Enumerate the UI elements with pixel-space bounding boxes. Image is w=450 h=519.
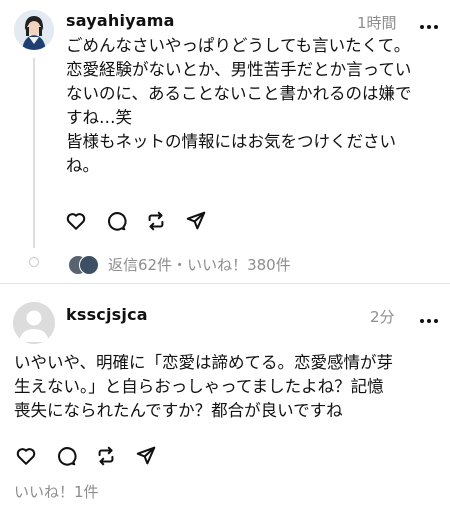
post-body-line: すね…笑 xyxy=(66,108,132,127)
default-avatar-icon xyxy=(13,302,55,344)
comment-icon xyxy=(58,447,77,466)
post-stats[interactable]: 返信62件・いいね！380件 xyxy=(68,254,291,275)
post-body-line: ごめんなさいやっぱりどうしても言いたくて。 xyxy=(66,36,411,55)
mini-avatar xyxy=(79,254,99,275)
avatar-photo-image xyxy=(14,10,54,50)
repost-button[interactable] xyxy=(94,444,118,468)
replier-avatars xyxy=(68,254,100,275)
avatar[interactable] xyxy=(14,10,54,50)
repost-icon xyxy=(148,211,164,231)
post-body-line: 恋愛経験がないとか、男性苦手だとか言ってい xyxy=(66,60,412,79)
timestamp: 2分 xyxy=(370,308,395,326)
reply-body-line: 喪失になられたんですか？都合が良いですね xyxy=(14,401,343,420)
reply-body: いやいや、明確に「恋愛は諦めてる。恋愛感情が芽 生えない。」と自らおっしゃってま… xyxy=(14,351,444,423)
post-body-line: ね。 xyxy=(66,156,99,175)
reply-actions xyxy=(14,444,174,468)
timestamp: 1時間 xyxy=(357,14,397,32)
post-actions xyxy=(64,209,224,233)
reply-like-count: 返信62件・いいね！380件 xyxy=(108,256,291,274)
post-body-line: ないのに、あることないこと書かれるのは嫌で xyxy=(66,84,412,103)
share-button[interactable] xyxy=(134,444,158,468)
like-button[interactable] xyxy=(64,209,88,233)
share-button[interactable] xyxy=(184,209,208,233)
reply-like-count[interactable]: いいね！1件 xyxy=(14,481,99,502)
heart-icon xyxy=(66,213,86,230)
divider xyxy=(0,283,450,284)
main-post: sayahiyama 1時間 ごめんなさいやっぱりどうしても言いたくて。 恋愛経… xyxy=(0,0,450,283)
more-icon[interactable] xyxy=(418,311,440,323)
avatar[interactable] xyxy=(13,302,55,344)
reply-button[interactable] xyxy=(104,209,128,233)
like-button[interactable] xyxy=(14,444,38,468)
send-icon xyxy=(136,446,156,465)
repost-button[interactable] xyxy=(144,209,168,233)
reply-body-line: 生えない。」と自らおっしゃってましたよね？記憶 xyxy=(14,377,384,396)
more-icon[interactable] xyxy=(418,17,440,29)
send-icon xyxy=(186,211,206,230)
reply-button[interactable] xyxy=(54,444,78,468)
heart-icon xyxy=(16,448,36,465)
reply-body-line: いやいや、明確に「恋愛は諦めてる。恋愛感情が芽 xyxy=(14,353,394,372)
post-body: ごめんなさいやっぱりどうしても言いたくて。 恋愛経験がないとか、男性苦手だとか言… xyxy=(66,34,444,178)
repost-icon xyxy=(98,446,114,466)
username[interactable]: ksscjsjca xyxy=(66,305,148,324)
thread-line xyxy=(33,58,35,248)
post-body-line: 皆様もネットの情報にはお気をつけください xyxy=(66,132,396,151)
thread-end-dot xyxy=(29,257,39,267)
comment-icon xyxy=(108,212,127,231)
username[interactable]: sayahiyama xyxy=(66,11,175,30)
